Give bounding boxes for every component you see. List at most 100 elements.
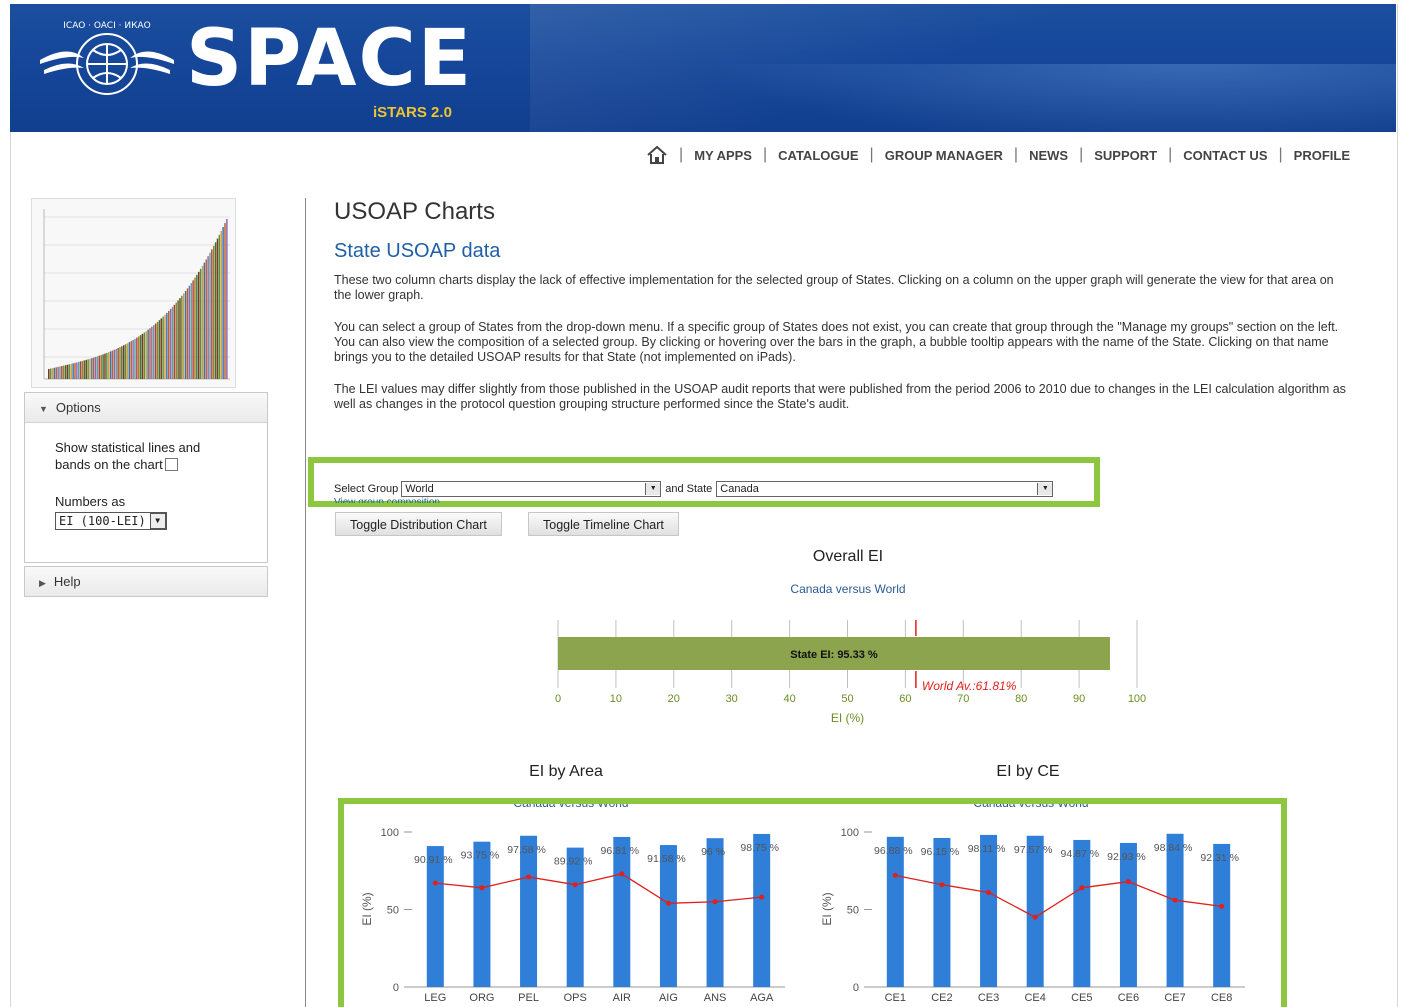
overall-chart-subtitle: Canada versus World [790, 582, 906, 596]
y-tick-label: 0 [393, 982, 399, 994]
thumb-bar [78, 361, 80, 379]
show-lines-checkbox[interactable] [164, 458, 178, 471]
thumb-bar [61, 366, 63, 379]
ei-by-ce-chart: Canada versus World 0 50 100 EI (%) 96.88 % CE… [820, 804, 1245, 1004]
x-tick-label: CE4 [1024, 992, 1045, 1004]
numbers-as-label: Numbers as [55, 494, 126, 509]
thumb-bar [160, 318, 162, 379]
main-content: USOAP Charts State USOAP data These two … [334, 198, 1364, 412]
world-average-point [1079, 885, 1085, 891]
thumb-bar [214, 242, 217, 379]
thumb-bar [139, 335, 142, 379]
thumb-bar [153, 325, 155, 379]
bar-air [613, 836, 631, 987]
bar-value-label: 90.91 % [414, 854, 453, 866]
thumb-bar [168, 310, 170, 379]
description-paragraph-2: You can select a group of States from th… [334, 320, 1339, 364]
nav-catalogue[interactable]: CATALOGUE [778, 148, 858, 163]
select-group-dropdown[interactable]: World ▼ [401, 481, 662, 497]
thumb-bar [184, 290, 187, 379]
thumb-bar [222, 227, 224, 379]
bar-ce6 [1119, 842, 1137, 987]
bar-ops [566, 847, 584, 987]
x-tick-label: CE2 [931, 992, 952, 1004]
bar-value-label: 98.75 % [740, 842, 779, 854]
thumb-bar [205, 259, 207, 379]
thumb-bar [166, 312, 168, 379]
description-paragraph-3: The LEI values may differ slightly from … [334, 382, 1346, 411]
x-tick-label: 70 [957, 693, 969, 705]
thumb-bar [145, 331, 147, 379]
dropdown-arrow-icon: ▼ [645, 483, 661, 495]
view-group-composition-link[interactable]: View group composition [334, 497, 440, 503]
x-tick-label: 90 [1073, 693, 1085, 705]
ei-by-area-chart: Canada versus World 0 50 100 EI (%) 90.91 % LE… [360, 804, 785, 1004]
toggle-distribution-button[interactable]: Toggle Distribution Chart [335, 512, 502, 536]
help-panel-header[interactable]: ▶ Help [25, 567, 267, 596]
chart-subtitle: Canada versus World [513, 804, 628, 810]
thumb-bar [192, 280, 194, 379]
page-subtitle: State USOAP data [334, 240, 501, 262]
numbers-as-select[interactable]: EI (100-LEI) ▼ [55, 512, 167, 530]
thumb-bar [186, 288, 189, 379]
thumb-bar [169, 308, 172, 379]
bar-value-label: 94.87 % [1061, 848, 1100, 860]
thumb-bar [83, 360, 86, 379]
x-tick-label: 20 [668, 693, 680, 705]
nav-support[interactable]: SUPPORT [1094, 148, 1157, 163]
thumb-bar [79, 361, 82, 379]
thumb-bar [57, 366, 59, 379]
bar-ce1 [886, 836, 904, 987]
x-tick-label: 60 [899, 693, 911, 705]
thumb-bar [156, 321, 159, 379]
nav-my-apps[interactable]: MY APPS [694, 148, 752, 163]
expand-right-icon: ▶ [39, 578, 46, 588]
toggle-timeline-button[interactable]: Toggle Timeline Chart [528, 512, 679, 536]
thumb-bar [81, 360, 84, 379]
x-tick-label: CE8 [1211, 992, 1232, 1004]
bar-aig [659, 845, 677, 987]
thumb-bar [220, 230, 222, 379]
top-navigation: | MY APPS | CATALOGUE | GROUP MANAGER | … [646, 146, 1350, 164]
thumb-bar [63, 365, 65, 379]
world-average-label: World Av.:61.81% [922, 679, 1017, 693]
thumb-bar [98, 355, 101, 379]
options-panel-header[interactable]: ▼ Options [25, 393, 267, 423]
bar-value-label: 96.88 % [874, 845, 913, 857]
chart-subtitle: Canada versus World [973, 804, 1088, 810]
nav-news[interactable]: NEWS [1029, 148, 1068, 163]
page-title: USOAP Charts [334, 198, 495, 225]
thumb-bar [162, 316, 164, 379]
x-axis-label: EI (%) [831, 711, 864, 725]
world-average-point [432, 880, 438, 886]
thumb-bar [66, 364, 69, 379]
dropdown-arrow-icon: ▼ [1037, 483, 1053, 495]
thumb-bar [117, 348, 119, 379]
nav-profile[interactable]: PROFILE [1294, 148, 1350, 163]
thumb-bar [59, 366, 61, 379]
thumb-bar [216, 238, 219, 379]
world-average-point [1125, 879, 1131, 885]
nav-contact-us[interactable]: CONTACT US [1183, 148, 1267, 163]
bar-ce8 [1213, 843, 1231, 987]
x-tick-label: 30 [726, 693, 738, 705]
world-average-point [759, 894, 765, 900]
thumb-bar [85, 359, 87, 379]
world-average-point [986, 889, 992, 895]
thumb-bar [87, 359, 89, 379]
bar-value-label: 97.58 % [507, 844, 546, 856]
nav-group-manager[interactable]: GROUP MANAGER [885, 148, 1003, 163]
y-tick-label: 50 [387, 905, 399, 917]
bar-ce7 [1166, 833, 1184, 987]
thumb-bar [224, 223, 226, 379]
thumb-bar [209, 252, 211, 379]
thumb-bar [158, 320, 161, 379]
home-icon[interactable] [646, 146, 668, 164]
chart-thumbnail[interactable] [31, 198, 236, 388]
selection-row: Select Group World ▼ and State Canada ▼ [334, 481, 1054, 497]
bar-value-label: 92.31 % [1200, 852, 1239, 864]
state-dropdown[interactable]: Canada ▼ [716, 481, 1054, 497]
thumb-bar [177, 300, 179, 379]
thumb-bar [199, 268, 202, 379]
thumb-bar [130, 341, 132, 379]
